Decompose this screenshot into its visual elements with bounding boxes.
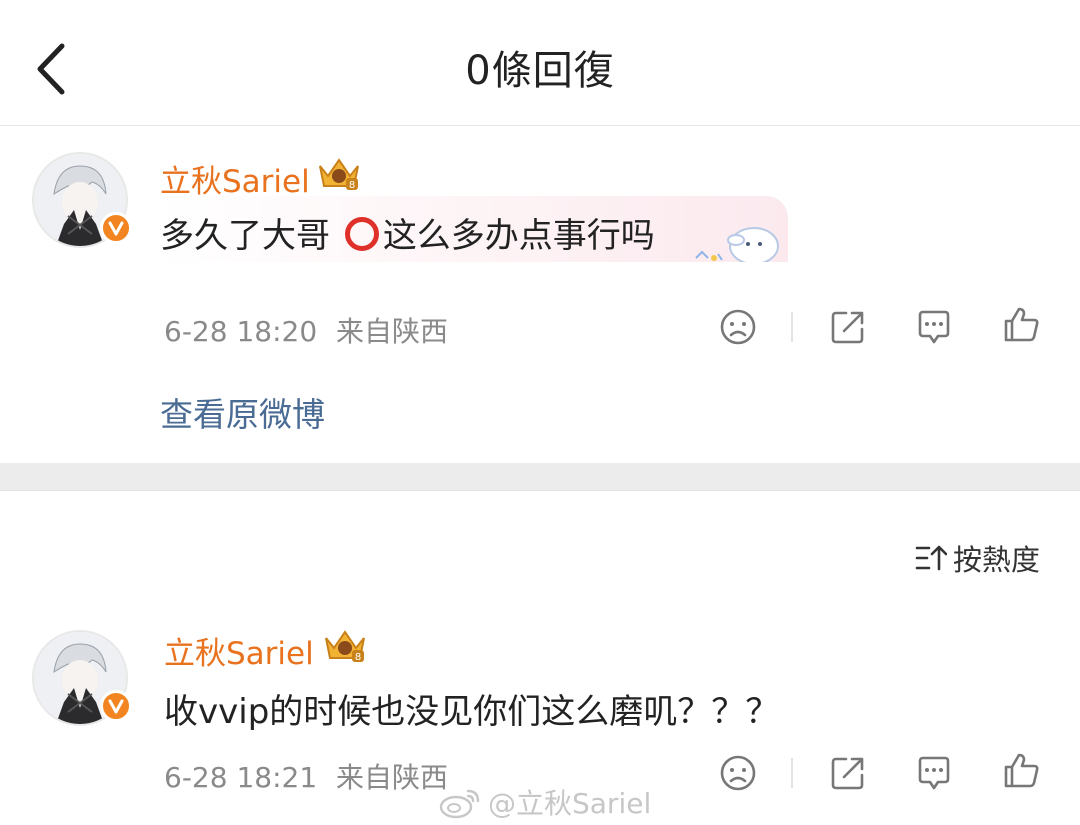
thumbs-up-icon[interactable]	[1002, 751, 1042, 791]
sort-label: 按熱度	[952, 543, 1040, 577]
sort-button[interactable]: 按熱度	[915, 538, 1040, 578]
watermark: @立秋Sariel	[438, 782, 651, 822]
comment-text-part-2: 这么多办点事行吗	[382, 216, 655, 256]
username[interactable]: 立秋Sariel	[160, 156, 310, 201]
comment-location: 来自陕西	[336, 761, 449, 794]
action-divider	[791, 758, 793, 788]
sad-face-icon[interactable]	[718, 307, 758, 347]
svg-text:8: 8	[355, 652, 361, 663]
comment-meta: 6-28 18:20 来自陕西	[164, 310, 448, 350]
bunny-sticker-icon	[695, 227, 779, 262]
comment-meta: 6-28 18:21 来自陕西	[164, 756, 448, 796]
crown-icon[interactable]: 8	[316, 154, 362, 192]
view-original-link[interactable]: 查看原微博	[160, 388, 325, 436]
comment-text: 收vvip的时候也没见你们这么磨叽？？？	[164, 692, 780, 732]
username[interactable]: 立秋Sariel	[164, 628, 314, 673]
comment-date: 6-28 18:20	[164, 315, 318, 348]
sad-face-icon[interactable]	[718, 753, 758, 793]
avatar[interactable]	[32, 152, 132, 248]
watermark-text: @立秋Sariel	[488, 787, 652, 820]
comment-date: 6-28 18:21	[164, 761, 318, 794]
top-bar: 0條回復	[0, 0, 1080, 126]
comment-icon[interactable]	[914, 307, 954, 347]
crown-icon[interactable]: 8	[322, 626, 368, 664]
red-circle-icon	[344, 217, 379, 251]
share-icon[interactable]	[828, 307, 868, 347]
comment-text: 多久了大哥 这么多办点事行吗	[160, 208, 655, 257]
share-icon[interactable]	[828, 753, 868, 793]
comment-location: 来自陕西	[336, 315, 449, 348]
section-divider	[0, 463, 1080, 491]
comment-text-part-1: 多久了大哥	[160, 216, 341, 256]
verified-badge-icon	[100, 212, 132, 244]
thumbs-up-icon[interactable]	[1002, 305, 1042, 345]
weibo-logo-icon	[439, 789, 480, 819]
verified-badge-icon	[100, 690, 132, 722]
action-divider	[791, 312, 793, 342]
page-title: 0條回復	[465, 48, 615, 94]
svg-text:8: 8	[349, 180, 355, 191]
sort-icon	[915, 545, 947, 571]
avatar[interactable]	[32, 630, 132, 726]
comment-icon[interactable]	[914, 753, 954, 793]
